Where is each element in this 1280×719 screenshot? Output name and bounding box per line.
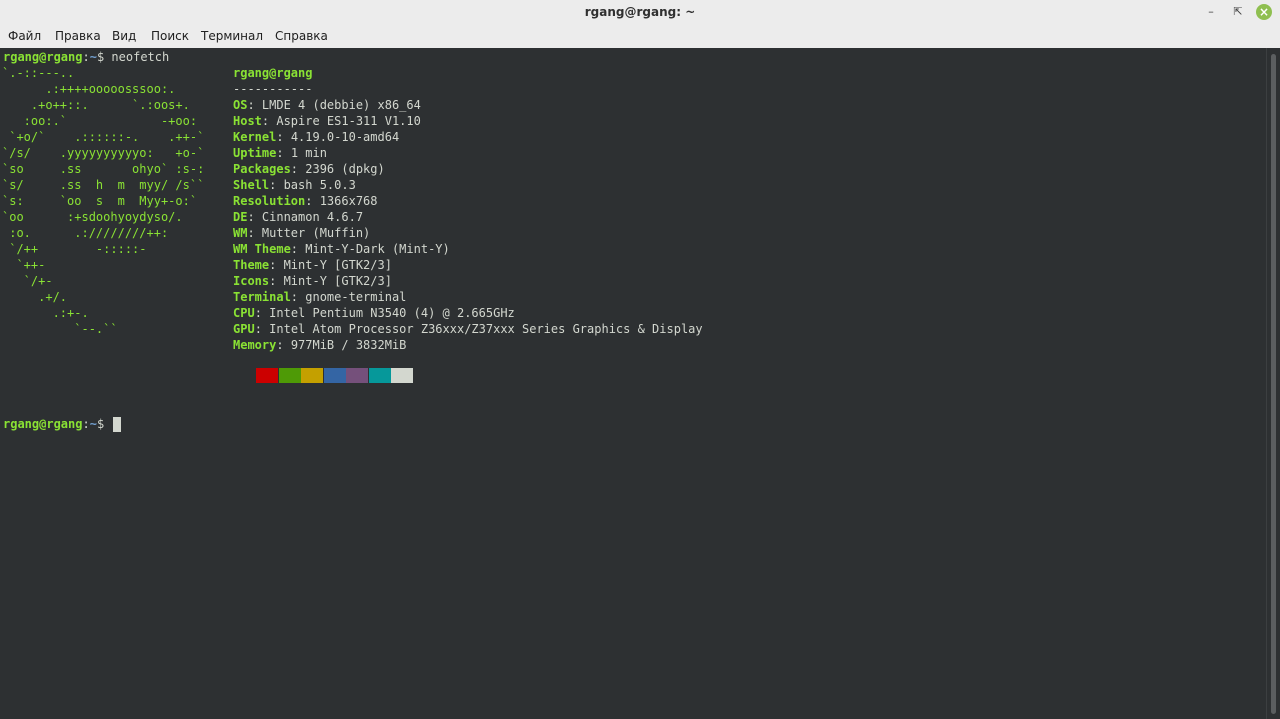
info-value: Cinnamon 4.6.7 <box>261 210 364 224</box>
info-value: bash 5.0.3 <box>283 178 356 192</box>
info-row: OS: LMDE 4 (debbie) x86_64 <box>233 98 421 112</box>
info-row: WM: Mutter (Muffin) <box>233 226 371 240</box>
terminal-window: rgang@rgang: ~ – ⇱ × Файл Правка Вид Пои… <box>0 0 1280 719</box>
info-row: GPU: Intel Atom Processor Z36xxx/Z37xxx … <box>233 322 703 336</box>
info-key: CPU <box>233 306 255 320</box>
info-value: LMDE 4 (debbie) x86_64 <box>261 98 421 112</box>
info-key: DE <box>233 210 248 224</box>
logo-line: .+o++::. `.:oos+. <box>2 98 190 112</box>
info-row: CPU: Intel Pentium N3540 (4) @ 2.665GHz <box>233 306 515 320</box>
prompt-path: ~ <box>89 417 97 431</box>
logo-line: :o. .:////////++: <box>2 226 169 240</box>
menu-view[interactable]: Вид <box>112 25 136 48</box>
info-key: GPU <box>233 322 255 336</box>
info-value: 4.19.0-10-amd64 <box>290 130 400 144</box>
info-row: Packages: 2396 (dpkg) <box>233 162 385 176</box>
info-value: 977MiB / 3832MiB <box>290 338 407 352</box>
prompt-user: rgang@rgang <box>3 50 83 64</box>
info-key: Uptime <box>233 146 277 160</box>
info-key: Icons <box>233 274 270 288</box>
info-value: 1 min <box>290 146 327 160</box>
minimize-icon[interactable]: – <box>1202 3 1220 21</box>
logo-line: `/s/ .yyyyyyyyyyo: +o-` <box>2 146 205 160</box>
info-value: 2396 (dpkg) <box>305 162 385 176</box>
logo-line: .:++++ooooosssoo:. <box>2 82 176 96</box>
info-key: WM Theme <box>233 242 291 256</box>
info-key: Terminal <box>233 290 291 304</box>
info-row: Uptime: 1 min <box>233 146 327 160</box>
terminal-output[interactable]: rgang@rgang:~$ neofetch `.-::---.. .:+++… <box>0 48 1266 719</box>
prompt-line-current: rgang@rgang:~$ <box>3 417 105 431</box>
logo-line: `/+- <box>2 274 53 288</box>
info-row: DE: Cinnamon 4.6.7 <box>233 210 364 224</box>
info-row: Kernel: 4.19.0-10-amd64 <box>233 130 400 144</box>
palette-swatch <box>368 368 391 383</box>
close-icon[interactable]: × <box>1256 4 1272 20</box>
menu-file[interactable]: Файл <box>8 25 41 48</box>
info-key: OS <box>233 98 248 112</box>
info-value: Intel Pentium N3540 (4) @ 2.665GHz <box>269 306 515 320</box>
info-key: WM <box>233 226 248 240</box>
menu-bar: Файл Правка Вид Поиск Терминал Справка <box>0 25 1280 49</box>
info-value: gnome-terminal <box>305 290 407 304</box>
menu-help[interactable]: Справка <box>275 25 328 48</box>
menu-search[interactable]: Поиск <box>151 25 189 48</box>
palette-swatch <box>391 368 413 383</box>
menu-edit[interactable]: Правка <box>55 25 101 48</box>
logo-line: `/++ -:::::- <box>2 242 147 256</box>
info-value: Aspire ES1-311 V1.10 <box>276 114 421 128</box>
prompt-path: ~ <box>89 50 97 64</box>
title-bar[interactable]: rgang@rgang: ~ – ⇱ × <box>0 0 1280 25</box>
info-row: Terminal: gnome-terminal <box>233 290 407 304</box>
info-row: Resolution: 1366x768 <box>233 194 378 208</box>
info-key: Shell <box>233 178 270 192</box>
info-value: 1366x768 <box>319 194 378 208</box>
logo-line: .:+-. <box>2 306 89 320</box>
info-row: WM Theme: Mint-Y-Dark (Mint-Y) <box>233 242 450 256</box>
logo-line: `s/ .ss h m myy/ /s`` <box>2 178 205 192</box>
logo-line: `so .ss ohyo` :s-: <box>2 162 205 176</box>
window-title: rgang@rgang: ~ <box>584 5 696 19</box>
palette-swatch <box>346 368 368 383</box>
info-row: Shell: bash 5.0.3 <box>233 178 356 192</box>
prompt-symbol: $ <box>96 417 105 431</box>
info-row: Icons: Mint-Y [GTK2/3] <box>233 274 392 288</box>
text-cursor <box>113 417 121 432</box>
logo-line: `+o/` .::::::-. .++-` <box>2 130 205 144</box>
scrollbar[interactable] <box>1266 48 1280 719</box>
info-title: rgang@rgang <box>233 66 313 80</box>
info-key: Theme <box>233 258 270 272</box>
info-key: Packages <box>233 162 291 176</box>
info-row: Memory: 977MiB / 3832MiB <box>233 338 407 352</box>
info-row: Theme: Mint-Y [GTK2/3] <box>233 258 392 272</box>
info-value: Intel Atom Processor Z36xxx/Z37xxx Serie… <box>269 322 703 336</box>
info-value: Mint-Y [GTK2/3] <box>283 274 392 288</box>
prompt-user: rgang@rgang <box>3 417 83 431</box>
logo-line: `.-::---.. <box>2 66 75 80</box>
prompt-line-command: rgang@rgang:~$ neofetch <box>3 50 170 64</box>
scrollbar-thumb[interactable] <box>1271 54 1276 714</box>
menu-terminal[interactable]: Терминал <box>201 25 263 48</box>
info-value: Mutter (Muffin) <box>261 226 371 240</box>
logo-line: :oo:.` -+oo: <box>2 114 198 128</box>
info-key: Resolution <box>233 194 306 208</box>
palette-swatch <box>256 368 278 383</box>
info-row: Host: Aspire ES1-311 V1.10 <box>233 114 421 128</box>
info-key: Kernel <box>233 130 277 144</box>
logo-line: `oo :+sdoohyoydyso/. <box>2 210 183 224</box>
info-key: Host <box>233 114 262 128</box>
logo-line: `++- <box>2 258 46 272</box>
info-value: Mint-Y [GTK2/3] <box>283 258 392 272</box>
logo-line: .+/. <box>2 290 68 304</box>
logo-line: `--.`` <box>2 322 118 336</box>
maximize-icon[interactable]: ⇱ <box>1229 3 1247 21</box>
logo-line: `s: `oo s m Myy+-o:` <box>2 194 198 208</box>
info-key: Memory <box>233 338 277 352</box>
command-text: neofetch <box>111 50 170 64</box>
palette-swatch <box>278 368 301 383</box>
info-separator: ----------- <box>233 82 313 96</box>
palette-swatch <box>301 368 323 383</box>
palette-swatch <box>323 368 346 383</box>
info-value: Mint-Y-Dark (Mint-Y) <box>305 242 450 256</box>
